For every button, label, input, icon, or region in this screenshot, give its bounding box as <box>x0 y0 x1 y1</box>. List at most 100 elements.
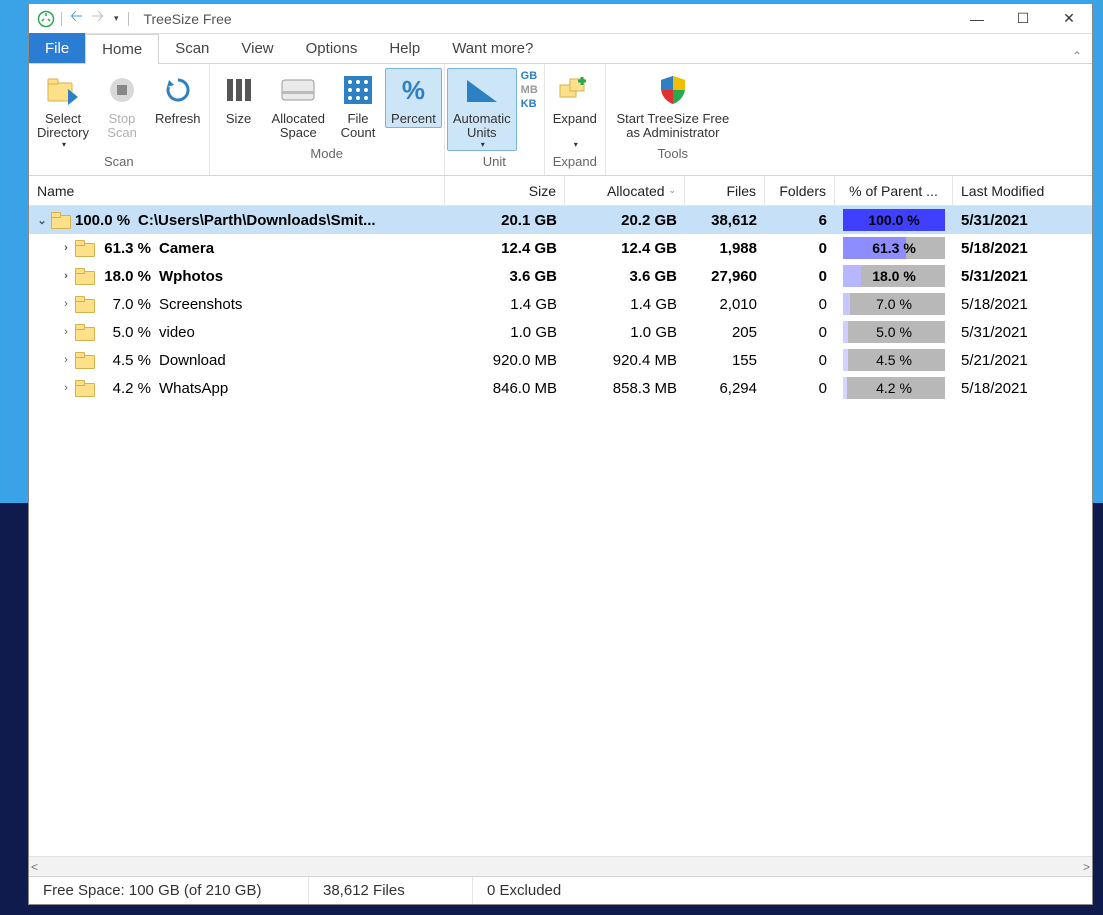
expander-icon[interactable]: › <box>59 298 73 310</box>
files-cell: 205 <box>685 324 765 341</box>
tree-row[interactable]: ›7.0 %Screenshots1.4 GB1.4 GB2,01007.0 %… <box>29 290 1092 318</box>
name-cell[interactable]: › 7.0 %Screenshots <box>29 296 445 313</box>
col-allocated[interactable]: Allocated ⌄ <box>565 176 685 205</box>
pct-parent-cell: 4.5 % <box>835 349 953 371</box>
unit-gb-button[interactable]: GB <box>521 70 538 82</box>
col-folders[interactable]: Folders <box>765 176 835 205</box>
mode-allocated-space-button[interactable]: Allocated Space <box>266 68 331 143</box>
collapse-ribbon-button[interactable]: ⌃ <box>1062 49 1092 63</box>
tab-want-more[interactable]: Want more? <box>436 33 549 63</box>
size-cell: 20.1 GB <box>445 212 565 229</box>
size-cell: 1.4 GB <box>445 296 565 313</box>
horizontal-scrollbar[interactable]: < > <box>29 856 1092 876</box>
name-cell[interactable]: ›5.0 %video <box>29 324 445 341</box>
size-cell: 920.0 MB <box>445 352 565 369</box>
ribbon-tabs: File Home Scan View Options Help Want mo… <box>29 34 1092 64</box>
tab-home[interactable]: Home <box>85 34 159 64</box>
window-title: TreeSize Free <box>135 11 231 27</box>
select-directory-button[interactable]: Select Directory▾ <box>31 68 95 151</box>
mode-file-count-button[interactable]: File Count <box>331 68 385 143</box>
scroll-left-icon[interactable]: < <box>31 860 38 874</box>
qat-customize-button[interactable]: ▾ <box>110 13 123 24</box>
col-last-modified[interactable]: Last Modified <box>953 176 1092 205</box>
modified-cell: 5/18/2021 <box>953 240 1092 257</box>
expand-button[interactable]: Expand▾ <box>547 68 603 151</box>
row-name: Screenshots <box>159 296 242 313</box>
col-pct-parent[interactable]: % of Parent ... <box>835 176 953 205</box>
expander-icon[interactable]: › <box>59 242 73 254</box>
tab-view[interactable]: View <box>225 33 289 63</box>
modified-cell: 5/31/2021 <box>953 268 1092 285</box>
pct-parent-cell: 7.0 % <box>835 293 953 315</box>
name-cell[interactable]: › 4.5 %Download <box>29 352 445 369</box>
scroll-right-icon[interactable]: > <box>1083 860 1090 874</box>
folders-cell: 0 <box>765 324 835 341</box>
unit-automatic-button[interactable]: Automatic Units▾ <box>447 68 517 151</box>
tab-scan[interactable]: Scan <box>159 33 225 63</box>
row-pct-label: 4.5 % <box>99 352 159 369</box>
row-pct-label: 18.0 % <box>99 268 159 285</box>
stop-scan-button[interactable]: Stop Scan <box>95 68 149 143</box>
expander-icon[interactable]: › <box>59 326 73 338</box>
window-controls: — ☐ ✕ <box>954 4 1092 33</box>
col-size[interactable]: Size <box>445 176 565 205</box>
nav-back-button[interactable]: 🡠 <box>68 5 85 32</box>
expander-icon[interactable]: › <box>59 270 73 282</box>
tree-row[interactable]: ›4.2 %WhatsApp846.0 MB858.3 MB6,29404.2 … <box>29 374 1092 402</box>
expander-icon[interactable]: ⌄ <box>35 214 49 227</box>
status-excluded: 0 Excluded <box>473 877 1092 904</box>
tree-rows[interactable]: ⌄100.0 %C:\Users\Parth\Downloads\Smit...… <box>29 206 1092 856</box>
folder-icon <box>75 269 93 283</box>
modified-cell: 5/21/2021 <box>953 352 1092 369</box>
name-cell[interactable]: ›61.3 %Camera <box>29 240 445 257</box>
allocated-cell: 12.4 GB <box>565 240 685 257</box>
row-pct-label: 7.0 % <box>99 296 159 313</box>
row-name: Download <box>159 352 226 369</box>
column-headers: Name Size Allocated ⌄ Files Folders % of… <box>29 176 1092 206</box>
tree-row[interactable]: ›61.3 %Camera12.4 GB12.4 GB1,988061.3 %5… <box>29 234 1092 262</box>
pct-parent-cell: 61.3 % <box>835 237 953 259</box>
tab-help[interactable]: Help <box>373 33 436 63</box>
col-files[interactable]: Files <box>685 176 765 205</box>
files-cell: 155 <box>685 352 765 369</box>
name-cell[interactable]: ›4.2 %WhatsApp <box>29 380 445 397</box>
start-as-admin-button[interactable]: Start TreeSize Free as Administrator <box>608 68 738 143</box>
col-name[interactable]: Name <box>29 176 445 205</box>
tree-row[interactable]: ›18.0 %Wphotos3.6 GB3.6 GB27,960018.0 %5… <box>29 262 1092 290</box>
folder-icon <box>75 325 93 339</box>
pct-parent-cell: 18.0 % <box>835 265 953 287</box>
minimize-button[interactable]: — <box>954 4 1000 33</box>
folders-cell: 0 <box>765 240 835 257</box>
unit-kb-button[interactable]: KB <box>521 98 538 110</box>
qat: 🡠 🡢 ▾ TreeSize Free <box>29 5 232 32</box>
unit-mb-button[interactable]: MB <box>521 84 538 96</box>
expander-icon[interactable]: › <box>59 382 73 394</box>
folders-cell: 0 <box>765 380 835 397</box>
status-bar: Free Space: 100 GB (of 210 GB) 38,612 Fi… <box>29 876 1092 904</box>
name-cell[interactable]: ⌄100.0 %C:\Users\Parth\Downloads\Smit... <box>29 212 445 229</box>
tab-file[interactable]: File <box>29 33 85 63</box>
tree-row[interactable]: ›5.0 %video1.0 GB1.0 GB20505.0 %5/31/202… <box>29 318 1092 346</box>
size-cell: 3.6 GB <box>445 268 565 285</box>
allocated-cell: 858.3 MB <box>565 380 685 397</box>
files-cell: 6,294 <box>685 380 765 397</box>
tree-view: Name Size Allocated ⌄ Files Folders % of… <box>29 176 1092 904</box>
refresh-button[interactable]: Refresh <box>149 68 207 128</box>
expander-icon[interactable]: › <box>59 354 73 366</box>
files-cell: 38,612 <box>685 212 765 229</box>
app-window: 🡠 🡢 ▾ TreeSize Free — ☐ ✕ File Home Scan… <box>28 3 1093 905</box>
folder-icon <box>75 297 93 311</box>
tab-options[interactable]: Options <box>290 33 374 63</box>
mode-size-button[interactable]: Size <box>212 68 266 128</box>
name-cell[interactable]: ›18.0 %Wphotos <box>29 268 445 285</box>
row-pct-label: 4.2 % <box>99 380 159 397</box>
app-icon <box>37 10 55 28</box>
folders-cell: 0 <box>765 296 835 313</box>
maximize-button[interactable]: ☐ <box>1000 4 1046 33</box>
tree-row[interactable]: ⌄100.0 %C:\Users\Parth\Downloads\Smit...… <box>29 206 1092 234</box>
row-pct-label: 100.0 % <box>75 212 138 229</box>
nav-forward-button[interactable]: 🡢 <box>89 5 106 32</box>
close-button[interactable]: ✕ <box>1046 4 1092 33</box>
mode-percent-button[interactable]: % Percent <box>385 68 442 128</box>
tree-row[interactable]: ›4.5 %Download920.0 MB920.4 MB15504.5 %5… <box>29 346 1092 374</box>
